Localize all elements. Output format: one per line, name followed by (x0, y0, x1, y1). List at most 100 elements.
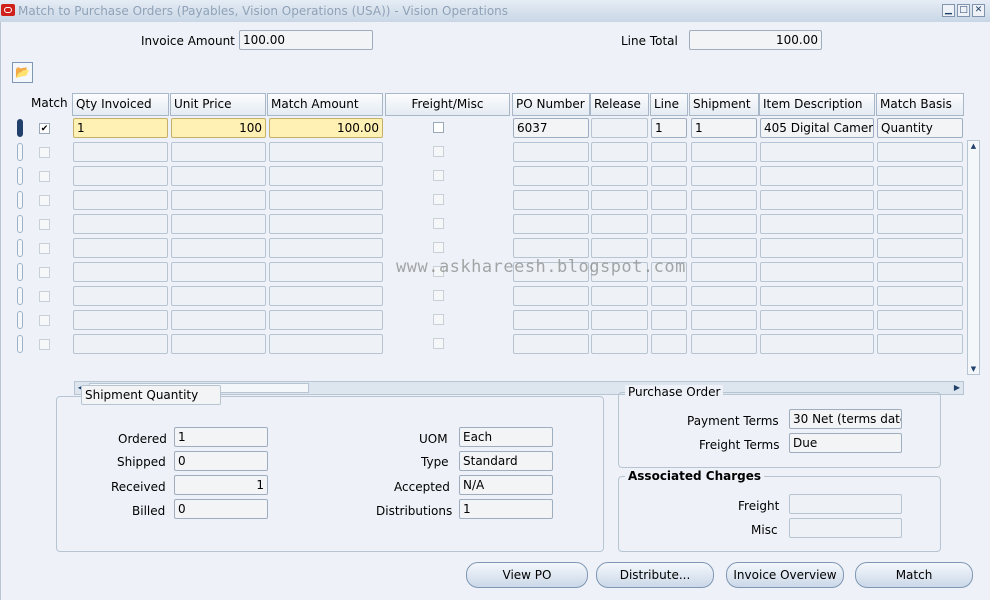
item-description-cell[interactable] (760, 262, 874, 282)
po-number-cell[interactable] (513, 190, 589, 210)
maximize-button[interactable]: □ (957, 4, 970, 17)
freight-misc-checkbox[interactable] (433, 290, 444, 301)
shipment-cell[interactable] (691, 214, 757, 234)
uom-field[interactable]: Each (459, 427, 553, 447)
freight-misc-checkbox[interactable] (433, 170, 444, 181)
row-selector[interactable] (17, 263, 23, 281)
po-number-cell[interactable] (513, 334, 589, 354)
view-po-button[interactable]: View PO (466, 562, 588, 588)
shipment-cell[interactable] (691, 286, 757, 306)
match-checkbox[interactable] (39, 195, 50, 206)
distribute-button[interactable]: Distribute... (596, 562, 714, 588)
invoice-overview-button[interactable]: Invoice Overview (726, 562, 844, 588)
column-header-match-amount[interactable]: Match Amount (267, 93, 383, 116)
match-amount-cell[interactable] (269, 238, 383, 258)
minimize-button[interactable]: ▁ (942, 4, 955, 17)
match-basis-cell[interactable] (877, 214, 963, 234)
shipment-cell[interactable] (691, 238, 757, 258)
unit-price-cell[interactable] (171, 142, 266, 162)
shipment-cell[interactable] (691, 310, 757, 330)
close-button[interactable]: ✕ (972, 4, 985, 17)
match-checkbox[interactable] (39, 315, 50, 326)
row-selector[interactable] (17, 239, 23, 257)
match-amount-cell[interactable] (269, 190, 383, 210)
freight-misc-checkbox[interactable] (433, 146, 444, 157)
vertical-scrollbar[interactable]: ▲ ▼ (967, 140, 980, 375)
line-cell[interactable] (651, 190, 687, 210)
match-amount-cell[interactable] (269, 214, 383, 234)
distributions-field[interactable]: 1 (459, 499, 553, 519)
shipment-cell[interactable] (691, 334, 757, 354)
column-header-match-basis[interactable]: Match Basis (876, 93, 964, 116)
accepted-field[interactable]: N/A (459, 475, 553, 495)
freight-misc-checkbox[interactable] (433, 122, 444, 133)
match-amount-cell[interactable] (269, 166, 383, 186)
release-cell[interactable] (591, 142, 648, 162)
shipment-cell[interactable]: 1 (691, 118, 757, 138)
freight-misc-checkbox[interactable] (433, 194, 444, 205)
release-cell[interactable] (591, 286, 648, 306)
match-basis-cell[interactable] (877, 286, 963, 306)
shipment-cell[interactable] (691, 262, 757, 282)
release-cell[interactable] (591, 334, 648, 354)
qty-invoiced-cell[interactable]: 1 (73, 118, 168, 138)
unit-price-cell[interactable] (171, 286, 266, 306)
po-number-cell[interactable] (513, 310, 589, 330)
release-cell[interactable] (591, 238, 648, 258)
match-basis-cell[interactable] (877, 334, 963, 354)
column-header-shipment[interactable]: Shipment (689, 93, 759, 116)
match-amount-cell[interactable] (269, 334, 383, 354)
line-total-field[interactable]: 100.00 (689, 30, 822, 50)
freight-field[interactable] (789, 494, 902, 514)
line-cell[interactable] (651, 214, 687, 234)
item-description-cell[interactable] (760, 166, 874, 186)
unit-price-cell[interactable] (171, 166, 266, 186)
row-selector[interactable] (17, 119, 23, 137)
shipment-cell[interactable] (691, 190, 757, 210)
match-checkbox[interactable] (39, 123, 50, 134)
match-checkbox[interactable] (39, 243, 50, 254)
unit-price-cell[interactable] (171, 190, 266, 210)
row-selector[interactable] (17, 191, 23, 209)
match-amount-cell[interactable] (269, 310, 383, 330)
line-cell[interactable] (651, 334, 687, 354)
qty-invoiced-cell[interactable] (73, 142, 168, 162)
row-selector[interactable] (17, 143, 23, 161)
item-description-cell[interactable] (760, 334, 874, 354)
line-cell[interactable] (651, 310, 687, 330)
match-basis-cell[interactable] (877, 166, 963, 186)
match-amount-cell[interactable] (269, 262, 383, 282)
column-header-po-number[interactable]: PO Number (512, 93, 590, 116)
line-cell[interactable] (651, 166, 687, 186)
line-cell[interactable] (651, 238, 687, 258)
qty-invoiced-cell[interactable] (73, 262, 168, 282)
shipped-field[interactable]: 0 (174, 451, 268, 471)
column-header-freight-misc[interactable]: Freight/Misc (385, 93, 510, 116)
column-header-release[interactable]: Release (590, 93, 649, 116)
freight-misc-checkbox[interactable] (433, 338, 444, 349)
release-cell[interactable] (591, 214, 648, 234)
freight-misc-checkbox[interactable] (433, 218, 444, 229)
invoice-amount-field[interactable]: 100.00 (239, 30, 373, 50)
match-basis-cell[interactable] (877, 142, 963, 162)
type-field[interactable]: Standard (459, 451, 553, 471)
unit-price-cell[interactable] (171, 262, 266, 282)
line-cell[interactable]: 1 (651, 118, 687, 138)
scroll-up-icon[interactable]: ▲ (968, 142, 979, 150)
po-number-cell[interactable] (513, 214, 589, 234)
column-header-unit-price[interactable]: Unit Price (170, 93, 266, 116)
unit-price-cell[interactable] (171, 310, 266, 330)
match-amount-cell[interactable] (269, 142, 383, 162)
item-description-cell[interactable] (760, 190, 874, 210)
match-checkbox[interactable] (39, 171, 50, 182)
release-cell[interactable] (591, 166, 648, 186)
item-description-cell[interactable] (760, 142, 874, 162)
qty-invoiced-cell[interactable] (73, 310, 168, 330)
unit-price-cell[interactable] (171, 334, 266, 354)
item-description-cell[interactable] (760, 238, 874, 258)
line-cell[interactable] (651, 286, 687, 306)
qty-invoiced-cell[interactable] (73, 166, 168, 186)
match-basis-cell[interactable]: Quantity (877, 118, 963, 138)
match-checkbox[interactable] (39, 147, 50, 158)
freight-misc-checkbox[interactable] (433, 314, 444, 325)
